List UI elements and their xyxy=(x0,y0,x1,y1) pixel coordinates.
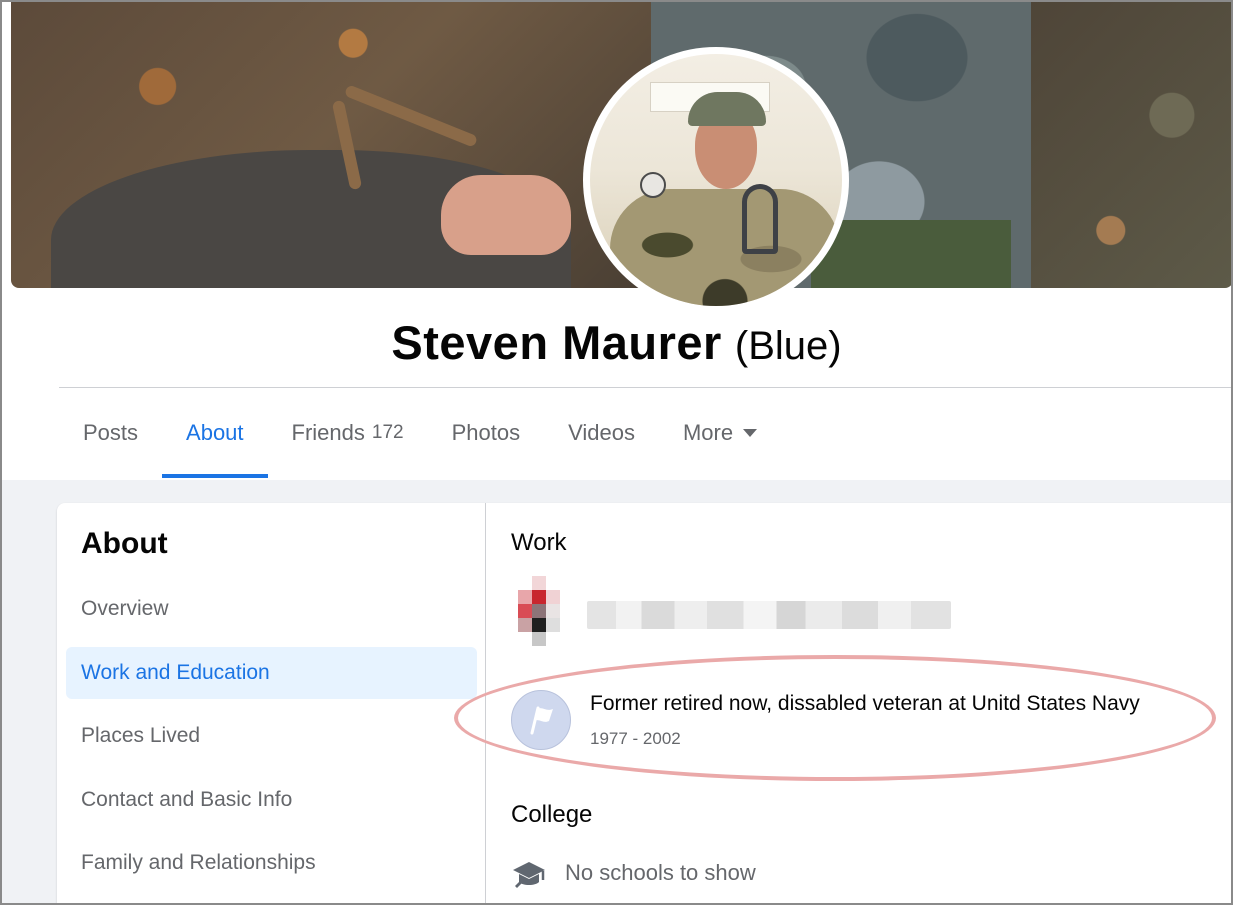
tab-posts[interactable]: Posts xyxy=(59,390,162,476)
job-years: 1977 - 2002 xyxy=(590,729,681,748)
redacted-workplace-logo xyxy=(518,576,574,646)
about-heading: About xyxy=(81,527,168,560)
profile-tabs: Posts About Friends 172 Photos Videos Mor… xyxy=(59,390,781,480)
graduation-cap-icon xyxy=(513,862,545,888)
profile-header: Steven Maurer (Blue) Posts About Friends… xyxy=(2,0,1233,480)
about-card: About Overview Work and Education Places… xyxy=(57,503,1233,905)
tab-videos[interactable]: Videos xyxy=(544,390,659,476)
tab-friends-label: Friends xyxy=(291,420,365,445)
tab-friends[interactable]: Friends 172 xyxy=(268,390,428,476)
redacted-workplace-text xyxy=(587,601,951,629)
job-entry-icon xyxy=(511,690,571,750)
profile-picture-image xyxy=(590,54,842,306)
cover-antler-shape xyxy=(343,84,479,148)
wall-clock-shape xyxy=(640,172,666,198)
cover-pants-shape xyxy=(811,220,1011,288)
profile-name-primary: Steven Maurer xyxy=(391,316,722,369)
tab-posts-label: Posts xyxy=(83,420,139,445)
camo-jacket-shape xyxy=(610,189,840,306)
prosthetic-hook-shape xyxy=(742,184,778,254)
sidebar-item-contact-and-basic-info[interactable]: Contact and Basic Info xyxy=(66,774,477,826)
caret-down-icon xyxy=(743,429,758,437)
tab-more-label: More xyxy=(682,420,734,445)
college-heading: College xyxy=(511,801,593,828)
flag-icon xyxy=(530,706,553,735)
about-content: Work Former retired now, dissabled veter… xyxy=(487,503,1233,905)
tab-photos-label: Photos xyxy=(451,420,521,445)
friends-count: 172 xyxy=(371,422,404,443)
sidebar-item-overview[interactable]: Overview xyxy=(66,583,477,635)
tab-about[interactable]: About xyxy=(162,390,268,478)
cover-hand-shape xyxy=(441,175,571,255)
job-title[interactable]: Former retired now, dissabled veteran at… xyxy=(590,692,1140,716)
sidebar-item-family-and-relationships[interactable]: Family and Relationships xyxy=(66,837,477,889)
tab-photos[interactable]: Photos xyxy=(428,390,545,476)
sidebar-item-work-and-education[interactable]: Work and Education xyxy=(66,647,477,699)
about-sidebar: About Overview Work and Education Places… xyxy=(57,503,486,905)
cap-shape xyxy=(688,92,766,126)
profile-picture[interactable] xyxy=(583,47,849,313)
work-heading: Work xyxy=(511,529,567,556)
profile-name-alternate: (Blue) xyxy=(734,324,842,368)
header-divider xyxy=(59,387,1231,388)
sidebar-item-places-lived[interactable]: Places Lived xyxy=(66,710,477,762)
tab-about-label: About xyxy=(186,420,244,445)
tab-videos-label: Videos xyxy=(568,420,635,445)
no-schools-text: No schools to show xyxy=(565,860,756,885)
tab-more[interactable]: More xyxy=(659,390,781,476)
profile-name: Steven Maurer (Blue) xyxy=(2,315,1231,370)
